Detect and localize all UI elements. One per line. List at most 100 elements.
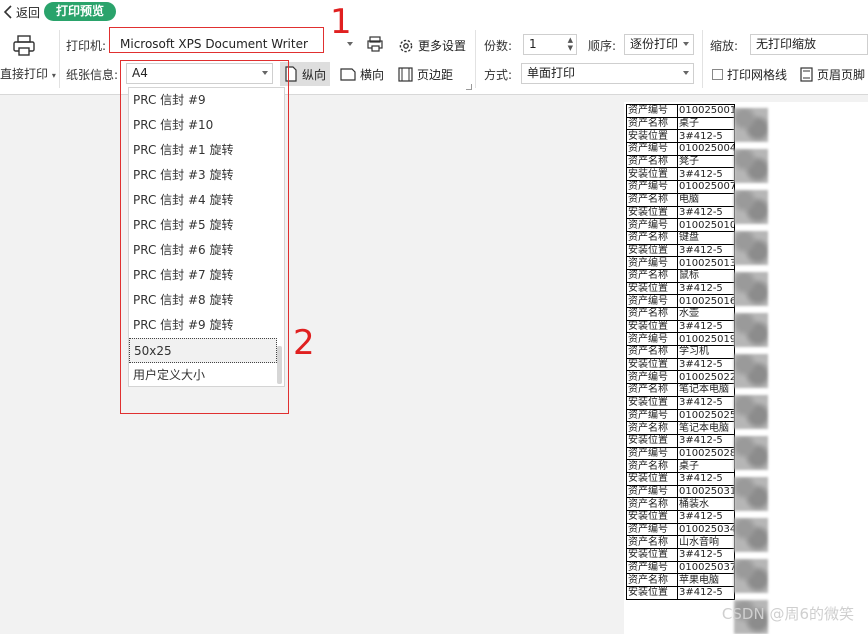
field-value: 桶装水 [677, 497, 735, 511]
field-value: 3#412-5 [677, 510, 735, 524]
table-row: 安装位置 3#412-5 [626, 243, 735, 258]
field-value: 010025001 [677, 104, 735, 118]
field-value: 水壶 [677, 307, 735, 321]
print-gridlines-checkbox[interactable]: 打印网格线 [712, 66, 787, 83]
landscape-label: 横向 [360, 68, 385, 82]
field-label: 资产名称 [626, 345, 678, 359]
annotation-number-1: 1 [330, 2, 352, 42]
paper-label: 纸张信息: [66, 68, 119, 82]
field-label: 资产名称 [626, 497, 678, 511]
table-row: 安装位置 3#412-5 [626, 129, 735, 144]
divider [475, 30, 476, 88]
field-value: 010025007 [677, 180, 735, 194]
copies-stepper[interactable]: 1 ▲ ▼ [523, 34, 577, 55]
qr-code-image [734, 559, 768, 594]
copies-value: 1 [529, 37, 537, 51]
field-value: 凳子 [677, 154, 735, 169]
more-settings-button[interactable]: 更多设置 [398, 37, 466, 54]
divider [702, 30, 703, 88]
field-value: 3#412-5 [677, 433, 735, 448]
table-row: 资产编号 010025028 [626, 446, 735, 461]
print-preview-tab[interactable]: 打印预览 [44, 2, 117, 21]
duplex-mode-select[interactable]: 单面打印 [521, 63, 694, 84]
table-row: 安装位置 3#412-5 [626, 319, 735, 334]
field-label: 安装位置 [626, 167, 678, 182]
margins-label: 页边距 [417, 68, 454, 82]
field-value: 010025004 [677, 142, 735, 156]
group-expand-icon[interactable] [466, 84, 472, 90]
table-row: 资产名称 学习机 [626, 345, 735, 359]
field-value: 3#412-5 [677, 395, 735, 410]
table-row: 资产编号 010025016 [626, 294, 735, 308]
more-settings-label: 更多设置 [418, 39, 467, 53]
field-label: 资产编号 [626, 294, 678, 308]
qr-code-image [734, 108, 768, 142]
field-label: 资产名称 [626, 459, 678, 473]
stepper-arrows-icon[interactable]: ▲ ▼ [568, 36, 573, 52]
field-label: 资产名称 [626, 230, 678, 245]
field-label: 安装位置 [626, 471, 678, 486]
scale-value: 无打印缩放 [756, 37, 817, 51]
scale-label: 缩放: [710, 39, 739, 53]
table-row: 资产编号 010025019 [626, 332, 735, 347]
field-value: 010025025 [677, 408, 735, 423]
field-value: 010025019 [677, 332, 735, 347]
order-select[interactable]: 逐份打印 [624, 34, 694, 55]
back-button[interactable]: 返回 [16, 4, 40, 21]
table-row: 资产编号 010025025 [626, 408, 735, 423]
field-label: 资产名称 [626, 307, 678, 321]
field-value: 笔记本电脑 [677, 383, 735, 397]
field-value: 010025016 [677, 294, 735, 308]
annotation-box-paper [120, 60, 289, 414]
table-row: 资产名称 苹果电脑 [626, 573, 735, 588]
order-value: 逐份打印 [630, 37, 679, 51]
chevron-down-icon: ▾ [51, 71, 56, 80]
field-label: 安装位置 [626, 129, 678, 144]
table-row: 资产名称 水壶 [626, 307, 735, 321]
field-label: 安装位置 [626, 510, 678, 524]
field-label: 资产编号 [626, 104, 678, 118]
qr-code-image [734, 395, 768, 430]
portrait-label: 纵向 [302, 67, 327, 82]
table-row: 安装位置 3#412-5 [626, 433, 735, 448]
field-value: 3#412-5 [677, 548, 735, 562]
table-row: 资产编号 010025004 [626, 142, 735, 156]
table-row: 安装位置 3#412-5 [626, 167, 735, 182]
landscape-button[interactable]: 横向 [340, 66, 384, 83]
table-row: 资产编号 010025010 [626, 218, 735, 232]
table-row: 资产名称 凳子 [626, 154, 735, 169]
field-value: 010025028 [677, 446, 735, 461]
qr-code-image [734, 477, 768, 512]
field-label: 资产名称 [626, 535, 678, 550]
back-arrow-icon[interactable] [2, 4, 16, 20]
direct-print-button[interactable]: 直接打印 ▾ [0, 65, 56, 82]
field-value: 键盘 [677, 230, 735, 245]
field-value: 桌子 [677, 459, 735, 473]
field-label: 安装位置 [626, 205, 678, 220]
margins-button[interactable]: 页边距 [398, 66, 453, 83]
table-row: 资产名称 笔记本电脑 [626, 421, 735, 435]
field-value: 3#412-5 [677, 129, 735, 144]
field-label: 资产名称 [626, 573, 678, 588]
field-label: 安装位置 [626, 433, 678, 448]
field-value: 3#412-5 [677, 586, 735, 600]
duplex-mode-value: 单面打印 [527, 66, 576, 80]
table-row: 资产名称 山水音响 [626, 535, 735, 550]
header-footer-button[interactable]: 页眉页脚 [800, 66, 865, 83]
printer-properties-icon[interactable] [367, 36, 385, 55]
field-label: 安装位置 [626, 243, 678, 258]
header-footer-label: 页眉页脚 [817, 68, 866, 82]
copies-label: 份数: [484, 39, 513, 53]
field-value: 山水音响 [677, 535, 735, 550]
table-row: 资产编号 010025007 [626, 180, 735, 194]
scale-select[interactable]: 无打印缩放 [750, 34, 868, 55]
table-row: 资产名称 桌子 [626, 459, 735, 473]
table-row: 资产编号 010025022 [626, 370, 735, 385]
table-row: 资产编号 010025037 [626, 560, 735, 575]
field-label: 安装位置 [626, 548, 678, 562]
field-value: 学习机 [677, 345, 735, 359]
field-value: 3#412-5 [677, 205, 735, 220]
qr-code-image [734, 149, 768, 183]
printer-icon[interactable] [12, 34, 38, 61]
field-label: 资产编号 [626, 370, 678, 385]
